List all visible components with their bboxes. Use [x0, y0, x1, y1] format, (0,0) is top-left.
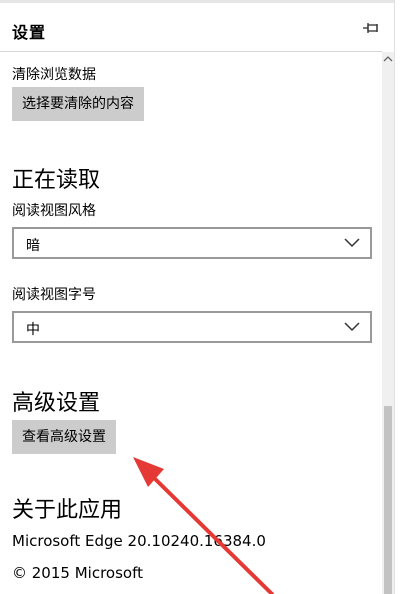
settings-panel: 清除浏览数据 选择要清除的内容 正在读取 阅读视图风格 暗 阅读视图字号 中 高…	[0, 52, 382, 594]
reading-style-select[interactable]: 暗	[12, 227, 372, 259]
reading-heading: 正在读取	[12, 168, 101, 193]
chevron-down-icon	[344, 238, 360, 248]
reading-style-value: 暗	[26, 238, 40, 254]
copyright-text: © 2015 Microsoft	[12, 564, 143, 582]
chevron-down-icon	[344, 322, 360, 332]
clear-data-label: 清除浏览数据	[12, 67, 96, 83]
scroll-thumb[interactable]	[384, 406, 392, 594]
settings-header: 设置	[0, 3, 394, 51]
reading-font-select[interactable]: 中	[12, 311, 372, 343]
view-advanced-settings-button[interactable]: 查看高级设置	[12, 420, 116, 454]
reading-font-label: 阅读视图字号	[12, 287, 96, 303]
advanced-heading: 高级设置	[12, 391, 101, 416]
choose-clear-button[interactable]: 选择要清除的内容	[12, 87, 144, 121]
version-text: Microsoft Edge 20.10240.16384.0	[12, 532, 266, 550]
window-edge	[394, 0, 400, 594]
scrollbar[interactable]	[382, 52, 394, 594]
reading-style-label: 阅读视图风格	[12, 203, 96, 219]
scroll-up-arrow-icon[interactable]	[382, 54, 394, 64]
reading-font-value: 中	[26, 322, 40, 338]
pin-icon[interactable]	[362, 21, 380, 35]
about-heading: 关于此应用	[12, 498, 123, 523]
page-title: 设置	[12, 23, 47, 42]
